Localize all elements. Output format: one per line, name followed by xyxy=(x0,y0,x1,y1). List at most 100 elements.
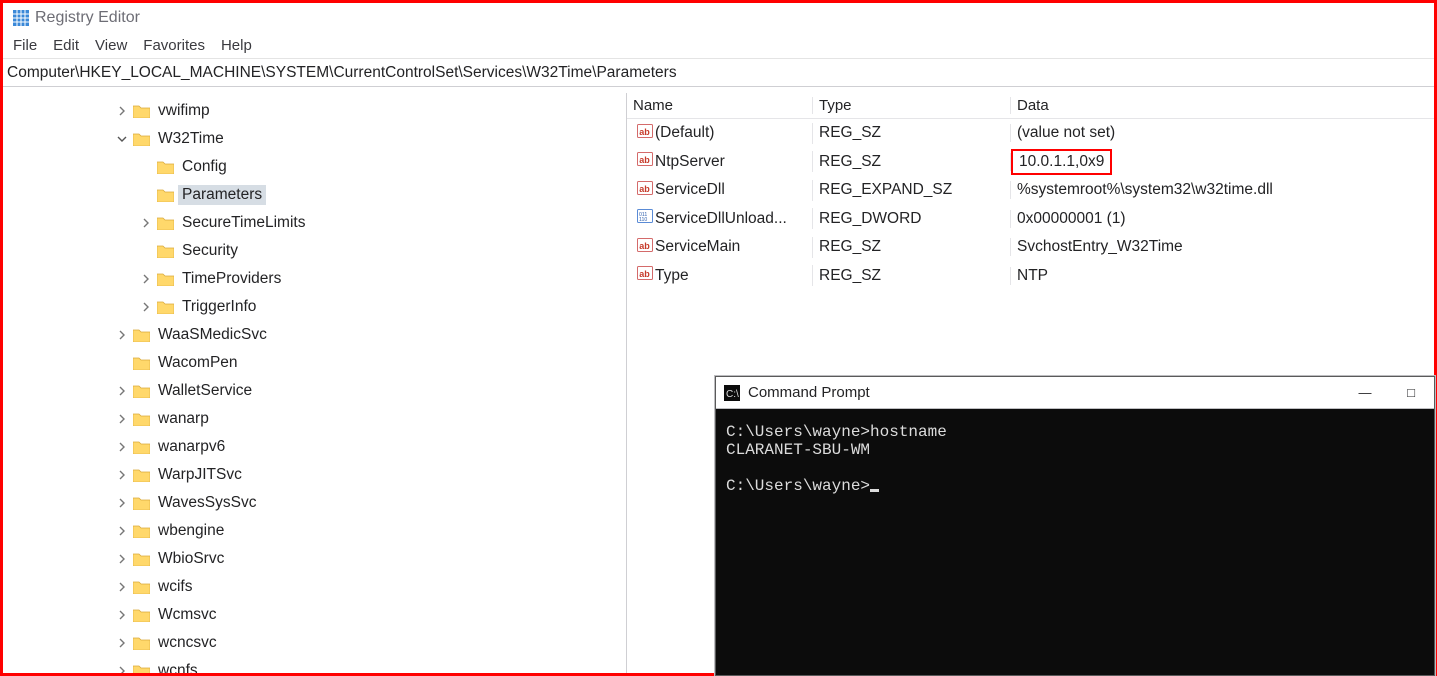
menu-bar: File Edit View Favorites Help xyxy=(3,33,1434,59)
svg-text:C:\: C:\ xyxy=(726,389,739,400)
window-titlebar: Registry Editor xyxy=(3,3,1434,33)
menu-help[interactable]: Help xyxy=(213,35,260,56)
value-data-highlighted: 10.0.1.1,0x9 xyxy=(1011,149,1112,175)
tree-pane[interactable]: vwifimpW32Time Config Parameters SecureTime… xyxy=(3,93,627,673)
menu-file[interactable]: File xyxy=(5,35,45,56)
tree-noexpander xyxy=(139,188,153,202)
expander-icon[interactable] xyxy=(115,468,129,482)
tree-item[interactable]: wcncsvc xyxy=(3,629,626,657)
col-header-data[interactable]: Data xyxy=(1011,97,1434,114)
menu-favorites[interactable]: Favorites xyxy=(135,35,213,56)
tree-item[interactable]: Config xyxy=(3,153,626,181)
expander-icon[interactable] xyxy=(139,300,153,314)
window-title: Registry Editor xyxy=(35,9,140,27)
menu-edit[interactable]: Edit xyxy=(45,35,87,56)
string-value-icon: ab xyxy=(633,180,655,201)
svg-text:ab: ab xyxy=(639,269,650,279)
tree-item[interactable]: Wcmsvc xyxy=(3,601,626,629)
string-value-icon: ab xyxy=(633,151,655,172)
value-row[interactable]: abServiceDllREG_EXPAND_SZ%systemroot%\sy… xyxy=(627,176,1434,205)
expander-icon[interactable] xyxy=(115,440,129,454)
tree-item[interactable]: vwifimp xyxy=(3,97,626,125)
svg-text:ab: ab xyxy=(639,127,650,137)
expander-icon[interactable] xyxy=(115,636,129,650)
address-bar[interactable]: Computer\HKEY_LOCAL_MACHINE\SYSTEM\Curre… xyxy=(3,59,1434,87)
tree-noexpander xyxy=(139,160,153,174)
col-header-type[interactable]: Type xyxy=(813,97,1011,114)
expander-icon[interactable] xyxy=(115,104,129,118)
expander-icon[interactable] xyxy=(139,216,153,230)
tree-item[interactable]: wbengine xyxy=(3,517,626,545)
minimize-button[interactable]: — xyxy=(1342,377,1388,408)
col-header-name[interactable]: Name xyxy=(627,97,813,114)
tree-item-label: wanarp xyxy=(154,409,213,429)
tree-item[interactable]: wcifs xyxy=(3,573,626,601)
value-name: (Default) xyxy=(655,124,714,142)
svg-text:ab: ab xyxy=(639,155,650,165)
tree-item[interactable]: W32Time xyxy=(3,125,626,153)
value-data: %systemroot%\system32\w32time.dll xyxy=(1017,181,1273,198)
expander-icon[interactable] xyxy=(115,132,129,146)
tree-item[interactable]: TriggerInfo xyxy=(3,293,626,321)
tree-item[interactable]: WaaSMedicSvc xyxy=(3,321,626,349)
string-value-icon: ab xyxy=(633,265,655,286)
tree-item-label: wanarpv6 xyxy=(154,437,229,457)
svg-text:110: 110 xyxy=(639,217,647,223)
tree-item-label: SecureTimeLimits xyxy=(178,213,309,233)
expander-icon[interactable] xyxy=(115,496,129,510)
value-row[interactable]: abServiceMainREG_SZSvchostEntry_W32Time xyxy=(627,233,1434,262)
tree-item[interactable]: wcnfs xyxy=(3,657,626,673)
tree-item[interactable]: wanarp xyxy=(3,405,626,433)
regedit-icon xyxy=(13,10,29,26)
cmd-output[interactable]: C:\Users\wayne>hostname CLARANET-SBU-WM … xyxy=(716,409,1434,675)
command-prompt-window[interactable]: C:\ Command Prompt — □ C:\Users\wayne>ho… xyxy=(715,376,1435,676)
value-data: 0x00000001 (1) xyxy=(1017,210,1126,227)
tree-item-label: WaaSMedicSvc xyxy=(154,325,271,345)
value-row[interactable]: 011110ServiceDllUnload...REG_DWORD0x0000… xyxy=(627,205,1434,234)
value-row[interactable]: ab(Default)REG_SZ(value not set) xyxy=(627,119,1434,148)
tree-item-label: WalletService xyxy=(154,381,256,401)
tree-item[interactable]: WarpJITSvc xyxy=(3,461,626,489)
tree-item-label: wcifs xyxy=(154,577,196,597)
expander-icon[interactable] xyxy=(115,524,129,538)
tree-item-label: Config xyxy=(178,157,231,177)
expander-icon[interactable] xyxy=(139,272,153,286)
tree-item[interactable]: wanarpv6 xyxy=(3,433,626,461)
tree-item[interactable]: WavesSysSvc xyxy=(3,489,626,517)
cmd-title: Command Prompt xyxy=(748,384,1342,401)
value-row[interactable]: ab Type REG_SZ NTP xyxy=(627,262,1434,291)
value-data: SvchostEntry_W32Time xyxy=(1017,238,1183,255)
svg-text:ab: ab xyxy=(639,184,650,194)
value-name: ServiceDll xyxy=(655,181,725,199)
tree-item[interactable]: SecureTimeLimits xyxy=(3,209,626,237)
expander-icon[interactable] xyxy=(115,580,129,594)
expander-icon[interactable] xyxy=(115,552,129,566)
tree-item-label: WavesSysSvc xyxy=(154,493,260,513)
tree-item[interactable]: WbioSrvc xyxy=(3,545,626,573)
tree-item[interactable]: Parameters xyxy=(3,181,626,209)
value-type: REG_SZ xyxy=(813,267,1011,285)
expander-icon[interactable] xyxy=(115,412,129,426)
expander-icon[interactable] xyxy=(115,384,129,398)
value-name: Type xyxy=(655,267,689,285)
tree-item[interactable]: WalletService xyxy=(3,377,626,405)
tree-item[interactable]: Security xyxy=(3,237,626,265)
cmd-icon: C:\ xyxy=(724,385,740,401)
cmd-titlebar[interactable]: C:\ Command Prompt — □ xyxy=(716,377,1434,409)
tree-item[interactable]: WacomPen xyxy=(3,349,626,377)
tree-item-label: Security xyxy=(178,241,242,261)
tree-item-label: Wcmsvc xyxy=(154,605,221,625)
tree-noexpander xyxy=(139,244,153,258)
value-data: NTP xyxy=(1017,267,1048,284)
tree-item-label: wcnfs xyxy=(154,661,202,673)
value-row[interactable]: abNtpServerREG_SZ10.0.1.1,0x9 xyxy=(627,148,1434,177)
value-name: ServiceMain xyxy=(655,238,740,256)
expander-icon[interactable] xyxy=(115,328,129,342)
tree-item[interactable]: TimeProviders xyxy=(3,265,626,293)
expander-icon[interactable] xyxy=(115,664,129,673)
maximize-button[interactable]: □ xyxy=(1388,377,1434,408)
column-headers: Name Type Data xyxy=(627,93,1434,119)
cursor xyxy=(870,489,879,492)
expander-icon[interactable] xyxy=(115,608,129,622)
menu-view[interactable]: View xyxy=(87,35,135,56)
